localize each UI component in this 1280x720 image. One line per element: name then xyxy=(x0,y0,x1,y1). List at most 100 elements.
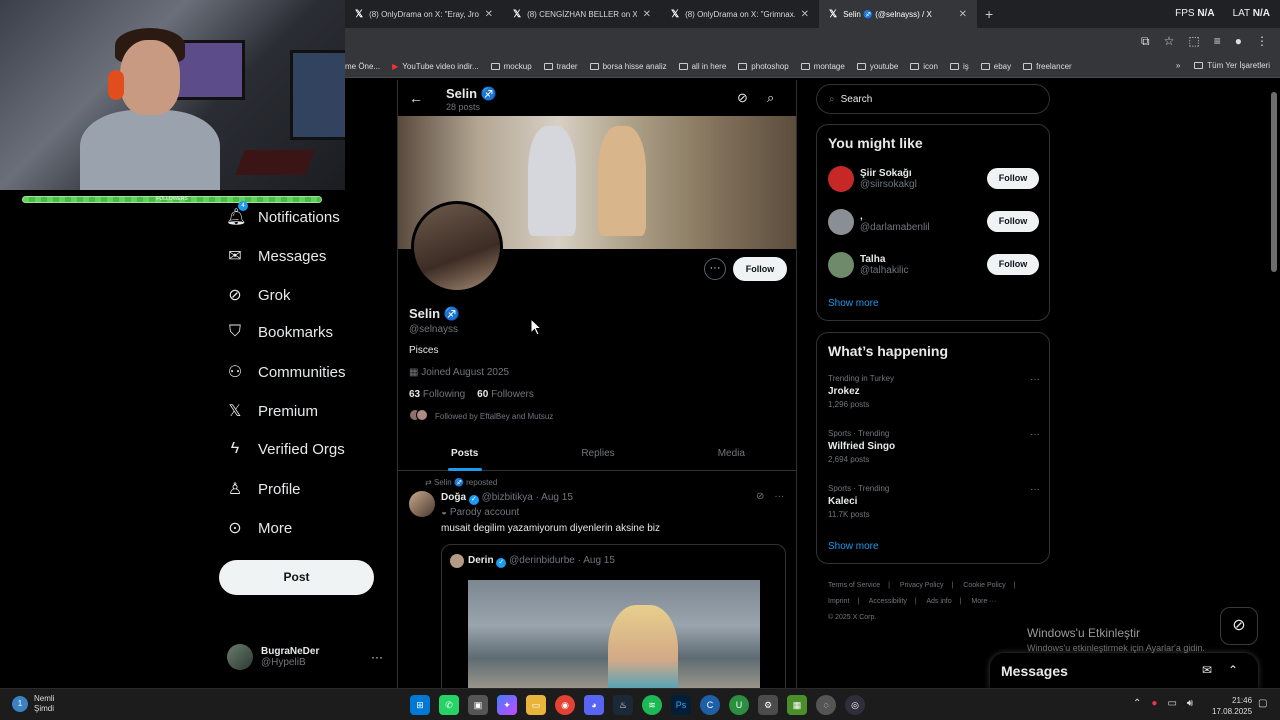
nav-bookmarks[interactable]: ⛉ Bookmarks xyxy=(226,323,333,341)
more-icon[interactable]: ··· xyxy=(1030,484,1040,495)
suggestion-item[interactable]: Şiir Sokağı @siirsokakgl xyxy=(828,166,917,192)
more-icon[interactable]: ··· xyxy=(774,491,784,502)
show-more-link[interactable]: Show more xyxy=(828,541,879,552)
discord-icon[interactable]: ◕ xyxy=(584,695,604,715)
nav-communities[interactable]: ⚇ Communities xyxy=(226,362,346,382)
trend-item[interactable]: Sports · Trending Kaleci 11.7K posts ··· xyxy=(828,484,1040,519)
footer-link[interactable]: Imprint xyxy=(828,598,849,605)
follow-button[interactable]: Follow xyxy=(987,168,1039,189)
close-icon[interactable]: ✕ xyxy=(643,9,651,20)
search-icon[interactable]: ⌕ xyxy=(767,90,774,106)
footer-link[interactable]: Accessibility xyxy=(869,598,907,605)
bookmark-folder[interactable]: icon xyxy=(910,62,938,71)
account-more-icon[interactable]: ··· xyxy=(371,650,383,664)
more-icon[interactable]: ··· xyxy=(1030,374,1040,385)
file-explorer-icon[interactable]: ▭ xyxy=(526,695,546,715)
taskbar-clock[interactable]: 21:46 17.08.2025 xyxy=(1212,695,1252,717)
footer-link[interactable]: Cookie Policy xyxy=(963,582,1005,589)
profile-icon[interactable]: ● xyxy=(1235,34,1242,49)
footer-more-link[interactable]: More ··· xyxy=(971,598,996,605)
new-message-icon[interactable]: ✉ xyxy=(1202,663,1212,677)
back-arrow-icon[interactable]: ← xyxy=(409,90,423,106)
nav-notifications[interactable]: 🔔︎ 4 Notifications xyxy=(226,201,340,227)
tab-posts[interactable]: Posts xyxy=(398,438,531,471)
bookmark-folder[interactable]: trader xyxy=(543,62,578,71)
account-switcher[interactable]: BugraNeDer @HypeliB xyxy=(227,644,319,670)
suggestion-item[interactable]: Talha @talhakilic xyxy=(828,252,909,278)
spotify-icon[interactable]: ≋ xyxy=(642,695,662,715)
tab-replies[interactable]: Replies xyxy=(531,438,664,470)
store-icon[interactable]: ▣ xyxy=(468,695,488,715)
show-more-link[interactable]: Show more xyxy=(828,298,879,309)
bookmark-folder[interactable]: borsa hisse analiz xyxy=(589,62,667,71)
minecraft-icon[interactable]: ▦ xyxy=(787,695,807,715)
extensions-icon[interactable]: ⬚ xyxy=(1188,34,1199,49)
browser-tab[interactable]: 𝕏 (8) CENGİZHAN BELLER on X: "... ✕ xyxy=(503,0,661,28)
nav-messages[interactable]: ✉ Messages xyxy=(226,246,326,266)
chevron-up-icon[interactable]: ⌃ xyxy=(1133,698,1141,709)
tweet-date[interactable]: · Aug 15 xyxy=(536,492,573,503)
follow-button[interactable]: Follow xyxy=(987,211,1039,232)
followers-link[interactable]: 60 Followers xyxy=(477,389,534,400)
bookmark-folder[interactable]: all in here xyxy=(678,62,726,71)
quote-media-image[interactable] xyxy=(468,580,760,688)
footer-link[interactable]: Ads info xyxy=(926,598,951,605)
whatsapp-icon[interactable]: ✆ xyxy=(439,695,459,715)
trend-item[interactable]: Trending in Turkey Jrokez 1,296 posts ··… xyxy=(828,374,1040,409)
steam-icon[interactable]: ♨ xyxy=(613,695,633,715)
more-icon[interactable]: ··· xyxy=(1030,429,1040,440)
post-button[interactable]: Post xyxy=(219,560,374,595)
more-options-button[interactable]: ··· xyxy=(704,258,726,280)
follow-button[interactable]: Follow xyxy=(733,257,787,281)
nav-more[interactable]: ⊙ More xyxy=(226,518,292,538)
utorrent-icon[interactable]: U xyxy=(729,695,749,715)
address-bar[interactable]: ⧉ ☆ ⬚ ≡ ● ⋮ xyxy=(345,28,1280,56)
avatar[interactable] xyxy=(409,491,435,517)
media-icon[interactable]: ≡ xyxy=(1214,34,1221,49)
photoshop-icon[interactable]: Ps xyxy=(671,695,691,715)
close-icon[interactable]: ✕ xyxy=(801,9,809,20)
settings-icon[interactable]: ⚙ xyxy=(758,695,778,715)
scrollbar-thumb[interactable] xyxy=(1271,92,1277,272)
trend-item[interactable]: Sports · Trending Wilfried Singo 2,694 p… xyxy=(828,429,1040,464)
bookmark-folder[interactable]: photoshop xyxy=(738,62,789,71)
microphone-icon[interactable]: ● xyxy=(1151,698,1157,709)
weather-widget[interactable]: 1 Nemli Şimdi xyxy=(12,694,54,714)
bookmark-folder[interactable]: montage xyxy=(800,62,845,71)
nav-premium[interactable]: 𝕏 Premium xyxy=(226,401,318,421)
close-icon[interactable]: ✕ xyxy=(959,9,967,20)
notification-center-icon[interactable]: ▢ xyxy=(1258,698,1267,709)
network-icon[interactable]: ▭ xyxy=(1167,698,1176,709)
bookmark-item[interactable]: ▶ YouTube video indir... xyxy=(392,62,479,71)
app-icon[interactable]: ◌ xyxy=(816,695,836,715)
browser-tab[interactable]: 𝕏 (8) OnlyDrama on X: "Eray, Jroi... ✕ xyxy=(345,0,503,28)
bookmark-folder[interactable]: youtube xyxy=(856,62,898,71)
suggestion-item[interactable]: , @darlamabenlil xyxy=(828,209,930,235)
cast-icon[interactable]: ⧉ xyxy=(1141,34,1150,49)
bookmark-star-icon[interactable]: ☆ xyxy=(1164,34,1175,49)
new-tab-button[interactable]: + xyxy=(985,6,993,22)
nav-grok[interactable]: ⊘ Grok xyxy=(226,285,290,305)
footer-link[interactable]: Terms of Service xyxy=(828,582,880,589)
bookmark-folder[interactable]: mockup xyxy=(490,62,532,71)
tweet-author-name[interactable]: Doğa xyxy=(441,492,466,503)
tab-media[interactable]: Media xyxy=(665,438,796,470)
footer-link[interactable]: Privacy Policy xyxy=(900,582,944,589)
follow-button[interactable]: Follow xyxy=(987,254,1039,275)
bookmark-folder[interactable]: freelancer xyxy=(1023,62,1072,71)
bookmark-folder[interactable]: ebay xyxy=(980,62,1011,71)
nav-verified-orgs[interactable]: ϟ Verified Orgs xyxy=(226,440,345,458)
followed-by[interactable]: Followed by EftalBey and Mutsuz xyxy=(409,409,553,423)
menu-icon[interactable]: ⋮ xyxy=(1256,34,1268,49)
search-box[interactable]: ⌕ xyxy=(816,84,1050,114)
windows-start-icon[interactable]: ⊞ xyxy=(410,695,430,715)
quoted-tweet[interactable]: Derin ✓ @derinbidurbe · Aug 15 xyxy=(441,544,786,688)
bookmark-item[interactable]: me Öne... xyxy=(345,62,380,71)
all-bookmarks-folder[interactable]: Tüm Yer İşaretleri xyxy=(1194,61,1270,70)
bookmarks-overflow-button[interactable]: » xyxy=(1176,61,1180,70)
volume-icon[interactable]: 🔊︎ xyxy=(1187,698,1193,709)
expand-icon[interactable]: ⌃ xyxy=(1228,663,1238,677)
grok-icon[interactable]: ⊘ xyxy=(737,90,748,106)
tweet-author-handle[interactable]: @bizbitikya xyxy=(482,492,533,503)
chrome-icon[interactable]: ◉ xyxy=(555,695,575,715)
